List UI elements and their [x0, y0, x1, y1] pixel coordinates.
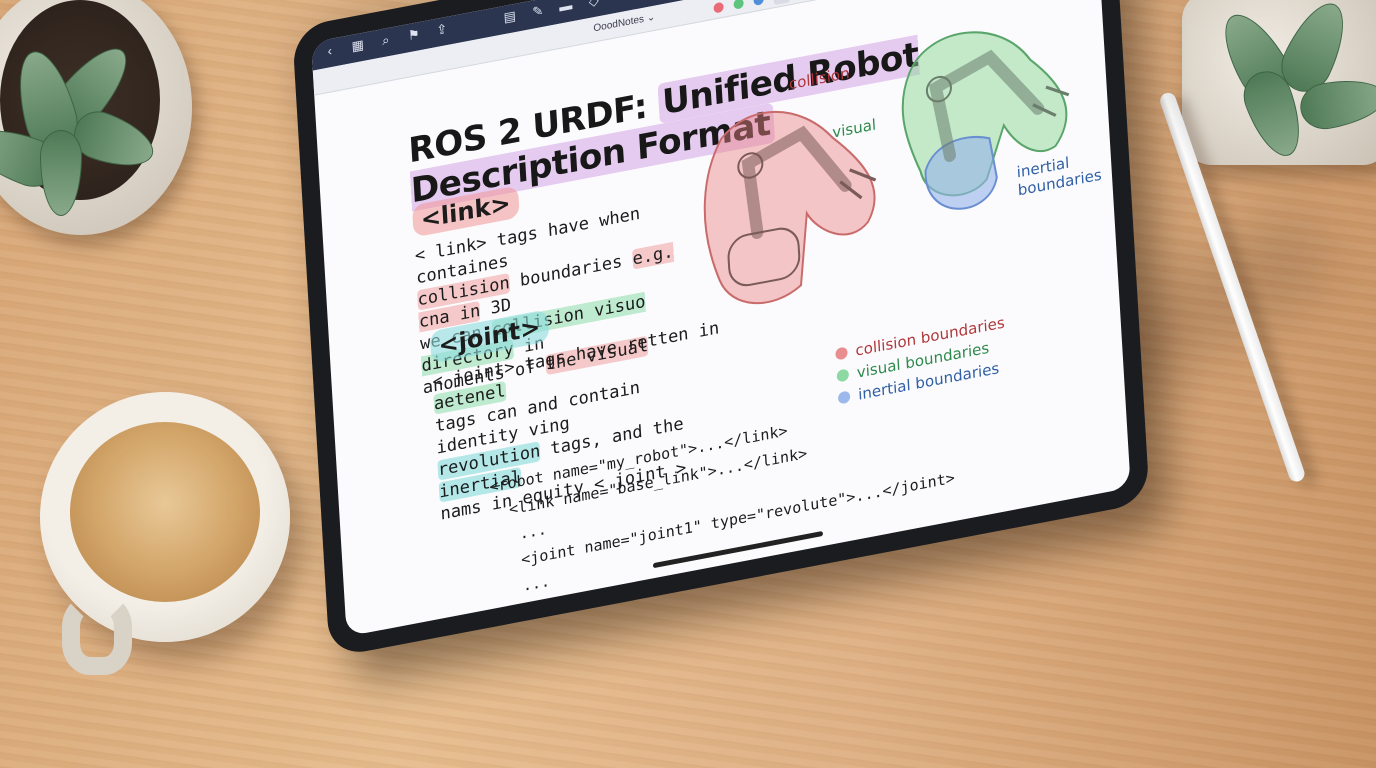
back-icon[interactable]: ‹	[321, 42, 338, 61]
lasso-icon[interactable]: ◌	[613, 0, 630, 5]
legend-dot-collision	[835, 346, 848, 361]
mug-handle	[62, 595, 132, 675]
document-title-text: OoodNotes	[593, 13, 645, 35]
page-icon[interactable]: ▤	[501, 7, 518, 26]
legend-dot-inertial	[837, 390, 851, 405]
chevron-down-icon: ⌄	[646, 11, 656, 25]
pen-icon[interactable]: ✎	[529, 2, 546, 21]
bookmark-icon[interactable]: ⚑	[405, 26, 422, 45]
coffee	[70, 422, 260, 602]
eraser-icon[interactable]: ◇	[585, 0, 602, 11]
color-swatch-blue[interactable]	[753, 0, 764, 6]
legend-dot-visual	[836, 368, 850, 383]
robot-arm-collision-sketch	[703, 111, 877, 305]
grid-icon[interactable]: ▦	[349, 36, 366, 55]
color-swatch-red[interactable]	[713, 1, 724, 14]
robot-arm-visual-sketch	[901, 31, 1070, 210]
color-swatch-green[interactable]	[733, 0, 744, 10]
search-icon[interactable]: ⌕	[377, 31, 394, 50]
highlighter-icon[interactable]: ▬	[557, 0, 574, 16]
share-icon[interactable]: ⇪	[433, 20, 450, 39]
